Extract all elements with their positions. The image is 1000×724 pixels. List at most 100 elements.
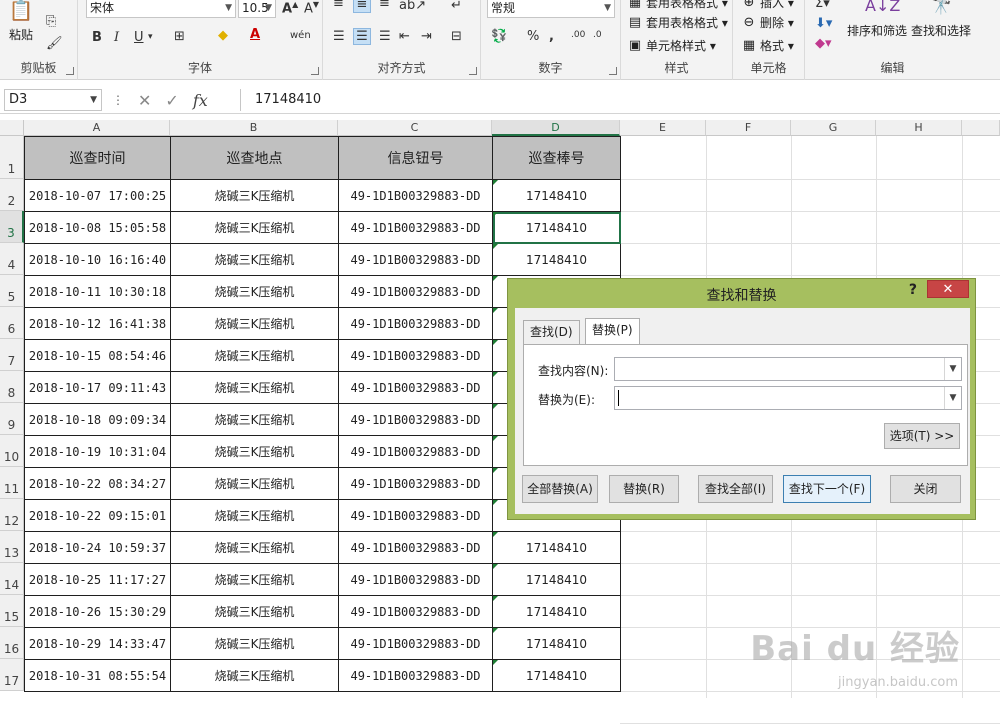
time-cell[interactable]: 2018-10-22 09:15:01 bbox=[24, 499, 171, 532]
location-cell[interactable]: 烧碱三K压缩机 bbox=[170, 531, 339, 564]
align-top-icon[interactable]: ≡ bbox=[333, 0, 344, 11]
time-cell[interactable]: 2018-10-31 08:55:54 bbox=[24, 659, 171, 692]
time-cell[interactable]: 2018-10-19 10:31:04 bbox=[24, 435, 171, 468]
conditional-format-button[interactable]: ▦ 套用表格格式 ▾ bbox=[627, 0, 728, 11]
underline-button[interactable]: U bbox=[134, 30, 144, 45]
location-cell[interactable]: 烧碱三K压缩机 bbox=[170, 563, 339, 596]
align-left-icon[interactable]: ☰ bbox=[333, 29, 345, 44]
button-id-cell[interactable]: 49-1D1B00329883-DD bbox=[338, 403, 493, 436]
row-header-7[interactable]: 7 bbox=[0, 339, 24, 371]
column-header-c[interactable]: C bbox=[338, 120, 492, 136]
button-id-cell[interactable]: 49-1D1B00329883-DD bbox=[338, 243, 493, 276]
border-icon[interactable]: ⊞ bbox=[174, 29, 185, 44]
time-cell[interactable]: 2018-10-18 09:09:34 bbox=[24, 403, 171, 436]
stick-id-cell[interactable]: 17148410 bbox=[492, 627, 621, 660]
cancel-icon[interactable]: ✕ bbox=[138, 91, 151, 110]
row-header-1[interactable]: 1 bbox=[0, 136, 24, 179]
replace-all-button[interactable]: 全部替换(A) bbox=[522, 475, 598, 503]
increase-indent-icon[interactable]: ⇥ bbox=[421, 29, 432, 44]
row-header-11[interactable]: 11 bbox=[0, 467, 24, 499]
row-header-2[interactable]: 2 bbox=[0, 179, 24, 211]
header-cell-button-id[interactable]: 信息钮号 bbox=[338, 136, 493, 180]
header-cell-location[interactable]: 巡查地点 bbox=[170, 136, 339, 180]
column-header-g[interactable]: G bbox=[791, 120, 876, 136]
button-id-cell[interactable]: 49-1D1B00329883-DD bbox=[338, 563, 493, 596]
button-id-cell[interactable]: 49-1D1B00329883-DD bbox=[338, 179, 493, 212]
button-id-cell[interactable]: 49-1D1B00329883-DD bbox=[338, 435, 493, 468]
stick-id-cell[interactable]: 17148410 bbox=[492, 211, 621, 244]
time-cell[interactable]: 2018-10-08 15:05:58 bbox=[24, 211, 171, 244]
time-cell[interactable]: 2018-10-07 17:00:25 bbox=[24, 179, 171, 212]
location-cell[interactable]: 烧碱三K压缩机 bbox=[170, 211, 339, 244]
comma-button[interactable]: , bbox=[549, 29, 554, 44]
align-center-icon[interactable]: ☰ bbox=[353, 28, 371, 45]
location-cell[interactable]: 烧碱三K压缩机 bbox=[170, 307, 339, 340]
help-button[interactable]: ? bbox=[909, 282, 917, 298]
currency-icon[interactable]: 💱 bbox=[491, 29, 507, 44]
chevron-down-icon[interactable]: ▼ bbox=[944, 387, 961, 409]
decrease-decimal-icon[interactable]: .0 bbox=[593, 30, 602, 40]
number-format-combo[interactable]: 常规 ▼ bbox=[487, 0, 615, 18]
bold-button[interactable]: B bbox=[92, 30, 102, 45]
autosum-icon[interactable]: Σ▾ bbox=[815, 0, 830, 11]
increase-decimal-icon[interactable]: .00 bbox=[571, 30, 585, 40]
cell-styles-button[interactable]: ▣ 单元格样式 ▾ bbox=[627, 37, 716, 54]
find-select-button[interactable]: 🔭 查找和选择 bbox=[911, 0, 971, 39]
insert-button[interactable]: ⊕ 插入 ▾ bbox=[741, 0, 794, 11]
time-cell[interactable]: 2018-10-17 09:11:43 bbox=[24, 371, 171, 404]
location-cell[interactable]: 烧碱三K压缩机 bbox=[170, 275, 339, 308]
time-cell[interactable]: 2018-10-12 16:41:38 bbox=[24, 307, 171, 340]
column-header-d[interactable]: D bbox=[492, 120, 620, 136]
tab-find[interactable]: 查找(D) bbox=[523, 320, 580, 344]
location-cell[interactable]: 烧碱三K压缩机 bbox=[170, 659, 339, 692]
align-right-icon[interactable]: ☰ bbox=[379, 29, 391, 44]
header-cell-stick-id[interactable]: 巡查棒号 bbox=[492, 136, 621, 180]
button-id-cell[interactable]: 49-1D1B00329883-DD bbox=[338, 595, 493, 628]
time-cell[interactable]: 2018-10-29 14:33:47 bbox=[24, 627, 171, 660]
stick-id-cell[interactable]: 17148410 bbox=[492, 563, 621, 596]
find-all-button[interactable]: 查找全部(I) bbox=[698, 475, 773, 503]
button-id-cell[interactable]: 49-1D1B00329883-DD bbox=[338, 531, 493, 564]
location-cell[interactable]: 烧碱三K压缩机 bbox=[170, 371, 339, 404]
insert-function-icon[interactable]: fx bbox=[193, 91, 208, 110]
clipboard-launcher-icon[interactable] bbox=[66, 67, 74, 75]
row-header-6[interactable]: 6 bbox=[0, 307, 24, 339]
font-color-icon[interactable]: A bbox=[250, 27, 260, 42]
button-id-cell[interactable]: 49-1D1B00329883-DD bbox=[338, 339, 493, 372]
clear-icon[interactable]: ◆▾ bbox=[815, 36, 832, 51]
number-launcher-icon[interactable] bbox=[609, 67, 617, 75]
time-cell[interactable]: 2018-10-25 11:17:27 bbox=[24, 563, 171, 596]
time-cell[interactable]: 2018-10-15 08:54:46 bbox=[24, 339, 171, 372]
button-id-cell[interactable]: 49-1D1B00329883-DD bbox=[338, 275, 493, 308]
button-id-cell[interactable]: 49-1D1B00329883-DD bbox=[338, 659, 493, 692]
font-launcher-icon[interactable] bbox=[311, 67, 319, 75]
stick-id-cell[interactable]: 17148410 bbox=[492, 243, 621, 276]
decrease-indent-icon[interactable]: ⇤ bbox=[399, 29, 410, 44]
stick-id-cell[interactable]: 17148410 bbox=[492, 659, 621, 692]
header-cell-time[interactable]: 巡查时间 bbox=[24, 136, 171, 180]
row-header-14[interactable]: 14 bbox=[0, 563, 24, 595]
format-button[interactable]: ▦ 格式 ▾ bbox=[741, 37, 794, 54]
grow-font-icon[interactable]: A▲ bbox=[282, 0, 298, 16]
button-id-cell[interactable]: 49-1D1B00329883-DD bbox=[338, 467, 493, 500]
chevron-down-icon[interactable]: ▾ bbox=[148, 32, 153, 42]
format-painter-icon[interactable]: 🖌 bbox=[46, 36, 63, 51]
tab-replace[interactable]: 替换(P) bbox=[585, 318, 640, 345]
replace-with-input[interactable]: ▼ bbox=[614, 386, 962, 410]
column-header-a[interactable]: A bbox=[24, 120, 170, 136]
wrap-text-icon[interactable]: ↵ bbox=[451, 0, 462, 13]
formula-input[interactable]: 17148410 bbox=[240, 89, 1000, 111]
stick-id-cell[interactable]: 17148410 bbox=[492, 179, 621, 212]
stick-id-cell[interactable]: 17148410 bbox=[492, 531, 621, 564]
font-name-combo[interactable]: 宋体 ▼ bbox=[86, 0, 236, 18]
button-id-cell[interactable]: 49-1D1B00329883-DD bbox=[338, 211, 493, 244]
italic-button[interactable]: I bbox=[114, 30, 119, 45]
row-header-3[interactable]: 3 bbox=[0, 211, 24, 243]
orientation-icon[interactable]: ab↗ bbox=[399, 0, 426, 13]
location-cell[interactable]: 烧碱三K压缩机 bbox=[170, 403, 339, 436]
fill-color-icon[interactable]: ◆ bbox=[218, 28, 228, 43]
button-id-cell[interactable]: 49-1D1B00329883-DD bbox=[338, 307, 493, 340]
row-header-17[interactable]: 17 bbox=[0, 659, 24, 691]
align-bottom-icon[interactable]: ≡ bbox=[379, 0, 390, 11]
time-cell[interactable]: 2018-10-11 10:30:18 bbox=[24, 275, 171, 308]
